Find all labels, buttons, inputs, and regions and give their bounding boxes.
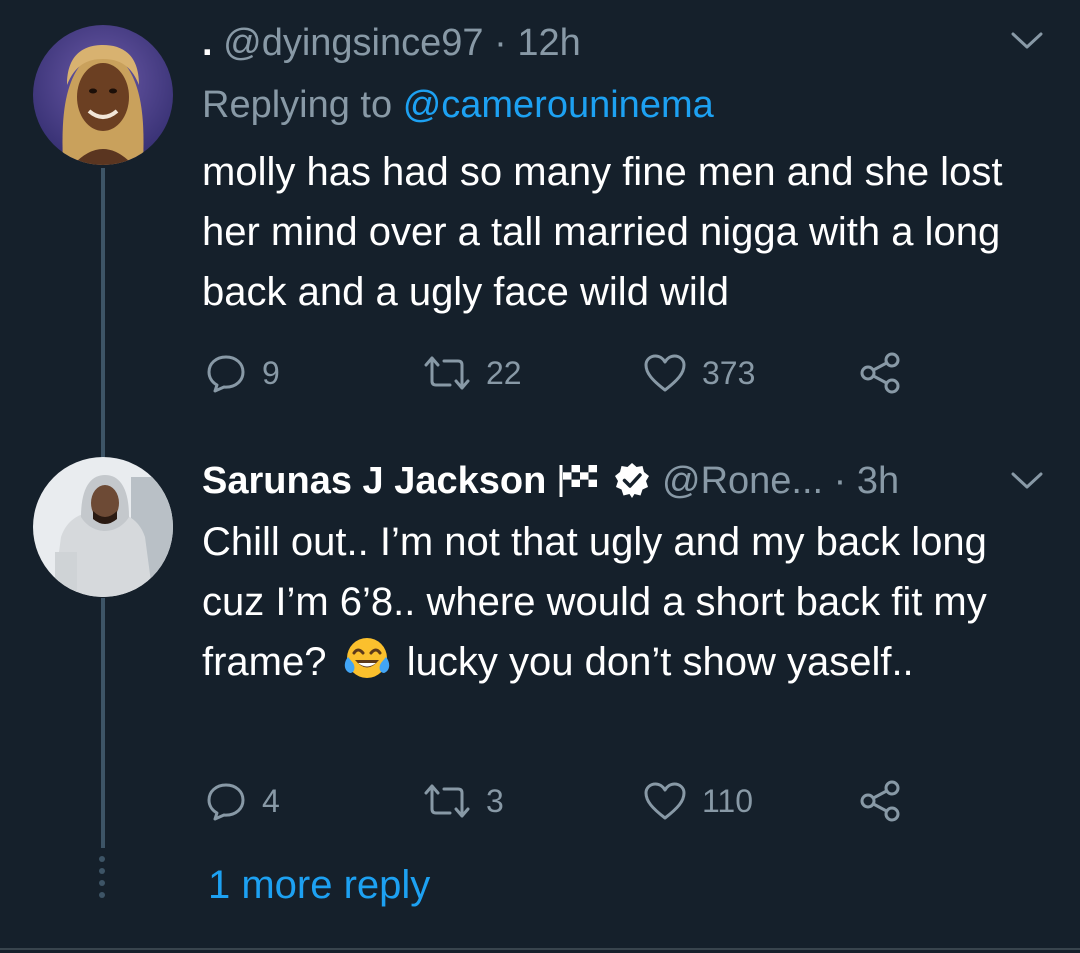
tears-of-joy-emoji <box>342 633 392 683</box>
handle[interactable]: @Rone... <box>662 460 823 502</box>
replying-to-mention[interactable]: @camerouninema <box>403 84 714 126</box>
share-button[interactable] <box>858 348 902 398</box>
reply-count: 4 <box>262 782 280 819</box>
retweet-count: 22 <box>486 354 522 391</box>
reply-count: 9 <box>262 354 280 391</box>
retweet-count: 3 <box>486 782 504 819</box>
timestamp[interactable]: 3h <box>857 460 899 502</box>
display-name[interactable]: Sarunas J Jackson <box>202 460 546 502</box>
verified-badge-icon <box>613 461 651 510</box>
like-button[interactable]: 373 <box>642 348 755 398</box>
tweet-actions: 4 3 110 <box>202 776 922 826</box>
retweet-icon <box>422 781 472 821</box>
share-icon <box>858 779 902 823</box>
replying-to-label: Replying to <box>202 84 393 126</box>
display-name[interactable]: . <box>202 22 213 64</box>
checkered-flag-icon <box>557 461 603 510</box>
dot-separator: · <box>833 460 847 502</box>
chevron-down-icon[interactable] <box>1010 30 1044 57</box>
like-count: 373 <box>702 354 756 391</box>
like-icon <box>642 352 688 394</box>
thread-line <box>101 168 105 458</box>
chevron-down-icon[interactable] <box>1010 470 1044 497</box>
avatar-sarunas[interactable] <box>33 457 173 597</box>
tweet-text: Chill out.. I’m not that ugly and my bac… <box>202 512 1052 692</box>
reply-icon <box>204 779 248 823</box>
tweet-text: molly has had so many fine men and she l… <box>202 150 1003 314</box>
tweet-header: Sarunas J Jackson @Rone... · 3h <box>202 458 899 510</box>
tweet-1[interactable]: . @dyingsince97 · 12h Replying to @camer… <box>0 0 1080 458</box>
tweet-actions: 9 22 373 <box>202 348 922 398</box>
handle[interactable]: @dyingsince97 <box>223 22 483 64</box>
share-icon <box>858 351 902 395</box>
like-count: 110 <box>702 782 754 819</box>
like-button[interactable]: 110 <box>642 776 753 826</box>
reply-icon <box>204 351 248 395</box>
timestamp[interactable]: 12h <box>517 22 580 64</box>
retweet-icon <box>422 353 472 393</box>
tweet-header: . @dyingsince97 · 12h <box>202 20 581 66</box>
tweet-text-part2: lucky you don’t show yaself.. <box>406 640 914 684</box>
avatar-dyingsince97[interactable] <box>33 25 173 165</box>
like-icon <box>642 780 688 822</box>
dot-separator: · <box>494 22 507 64</box>
retweet-button[interactable]: 22 <box>422 348 522 398</box>
retweet-button[interactable]: 3 <box>422 776 504 826</box>
reply-button[interactable]: 9 <box>204 348 280 398</box>
thread-continuation-dots <box>98 856 106 904</box>
reply-button[interactable]: 4 <box>204 776 280 826</box>
replying-to: Replying to @camerouninema <box>202 82 714 128</box>
share-button[interactable] <box>858 776 902 826</box>
more-replies-link[interactable]: 1 more reply <box>208 860 430 910</box>
tweet-2[interactable]: Sarunas J Jackson @Rone... · 3h Chill ou… <box>0 430 1080 848</box>
divider <box>0 948 1080 950</box>
thread-line <box>101 598 105 848</box>
